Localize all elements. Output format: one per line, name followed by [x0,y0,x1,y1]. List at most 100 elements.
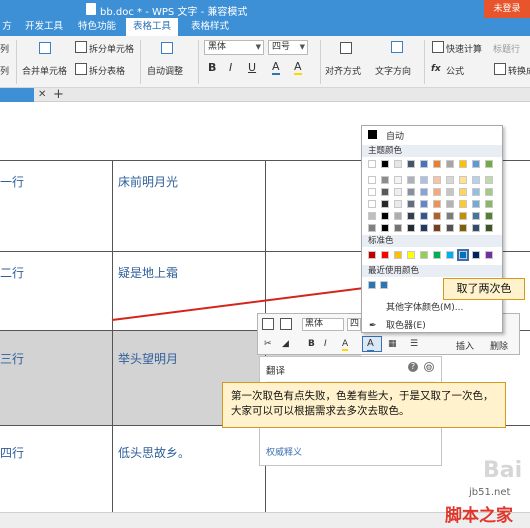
theme-color-swatch[interactable] [407,160,415,168]
theme-color-swatch[interactable] [420,176,428,184]
theme-color-swatch[interactable] [472,176,480,184]
theme-color-swatch[interactable] [433,176,441,184]
format-painter-icon[interactable] [280,318,292,330]
mini-insert-button[interactable]: 插入 [456,339,474,352]
theme-color-swatch[interactable] [394,176,402,184]
theme-color-swatch[interactable] [485,224,493,232]
mini-font-select[interactable]: 黑体 [302,318,344,331]
theme-color-swatch[interactable] [485,176,493,184]
standard-color-swatch[interactable] [457,249,469,261]
theme-color-swatch[interactable] [381,200,389,208]
theme-color-swatch[interactable] [446,176,454,184]
theme-color-swatch[interactable] [381,160,389,168]
mini-size-select[interactable]: 四 [347,318,361,331]
help-icon[interactable]: ? [408,362,418,372]
site-watermark: jb51.net [469,487,511,498]
standard-color-swatch[interactable] [407,251,415,259]
theme-color-swatch[interactable] [407,224,415,232]
theme-color-swatch[interactable] [368,176,376,184]
theme-color-swatch[interactable] [433,188,441,196]
theme-color-swatch[interactable] [472,224,480,232]
standard-color-swatch[interactable] [381,251,389,259]
theme-color-swatch[interactable] [485,188,493,196]
settings-icon[interactable]: ⚙ [424,362,434,372]
theme-color-swatch[interactable] [433,212,441,220]
standard-color-swatch[interactable] [368,251,376,259]
theme-color-swatch[interactable] [485,212,493,220]
theme-color-swatch[interactable] [420,212,428,220]
theme-color-swatch[interactable] [368,200,376,208]
theme-color-swatch[interactable] [472,200,480,208]
theme-color-swatch[interactable] [420,160,428,168]
auto-color-option[interactable]: 自动 [362,126,502,143]
cut-icon[interactable]: ✂ [264,339,272,349]
theme-color-swatch[interactable] [394,212,402,220]
theme-color-swatch[interactable] [472,160,480,168]
mini-border-icon[interactable]: ▦ [388,339,397,349]
annotation-callout-note: 第一次取色有点失败，色差有些大，于是又取了一次色，大家可以可以根据需求去多次去取… [222,382,506,428]
theme-color-swatch[interactable] [459,212,467,220]
theme-color-swatch[interactable] [394,160,402,168]
theme-color-swatch[interactable] [368,224,376,232]
theme-color-swatch[interactable] [433,160,441,168]
recent-colors-header: 最近使用颜色 [362,265,502,277]
standard-color-swatch[interactable] [472,251,480,259]
recent-color-swatch[interactable] [368,281,376,289]
standard-color-swatch[interactable] [420,251,428,259]
theme-color-swatch[interactable] [485,160,493,168]
mini-highlight-icon[interactable]: A [342,339,349,351]
mini-italic-button[interactable]: I [324,339,327,349]
theme-color-swatch[interactable] [407,188,415,196]
theme-color-swatch[interactable] [446,200,454,208]
theme-color-swatch[interactable] [459,224,467,232]
theme-color-swatch[interactable] [394,224,402,232]
mini-align-icon[interactable]: ☰ [410,339,418,349]
paste-icon[interactable] [262,318,274,330]
mini-font-color-button[interactable]: A [362,336,382,352]
theme-color-swatch[interactable] [472,212,480,220]
more-colors-option[interactable]: 其他字体颜色(M)... [362,301,502,315]
theme-color-swatch[interactable] [472,188,480,196]
color-picker-option[interactable]: ✒ 取色器(E) [362,319,502,333]
theme-color-swatch[interactable] [394,188,402,196]
standard-color-swatch[interactable] [394,251,402,259]
theme-color-swatch[interactable] [459,160,467,168]
translate-title: 翻译 [266,366,286,377]
theme-color-swatch[interactable] [407,200,415,208]
standard-color-swatch[interactable] [485,251,493,259]
theme-color-swatch[interactable] [485,200,493,208]
theme-color-swatch[interactable] [459,188,467,196]
theme-color-swatch[interactable] [381,188,389,196]
theme-color-swatch[interactable] [394,200,402,208]
mini-delete-button[interactable]: 删除 [490,339,508,352]
recent-color-swatch[interactable] [380,281,388,289]
font-color-dropdown: 自动 主题颜色 标准色 最近使用颜色 其他字体颜色(M)... ✒ 取色器(E) [361,125,503,333]
theme-color-swatch[interactable] [446,212,454,220]
theme-color-swatch[interactable] [433,224,441,232]
standard-color-swatch[interactable] [446,251,454,259]
theme-color-swatch[interactable] [381,224,389,232]
theme-color-swatch[interactable] [446,160,454,168]
theme-color-swatch[interactable] [381,212,389,220]
theme-color-swatch[interactable] [368,160,376,168]
auto-color-label: 自动 [386,132,405,142]
theme-color-swatch[interactable] [407,212,415,220]
theme-color-swatch[interactable] [368,212,376,220]
eraser-icon[interactable]: ◢ [282,339,289,349]
mini-bold-button[interactable]: B [308,339,315,349]
theme-color-swatch[interactable] [381,176,389,184]
brand-watermark: 脚本之家 [445,506,513,526]
theme-color-swatch[interactable] [459,176,467,184]
theme-color-swatch[interactable] [420,224,428,232]
auto-color-swatch [368,130,377,139]
authoritative-definition-link[interactable]: 权威释义 [266,445,302,458]
theme-color-swatch[interactable] [459,200,467,208]
theme-color-swatch[interactable] [446,188,454,196]
theme-color-swatch[interactable] [420,188,428,196]
theme-color-swatch[interactable] [368,188,376,196]
theme-color-swatch[interactable] [446,224,454,232]
theme-color-swatch[interactable] [407,176,415,184]
standard-color-swatch[interactable] [433,251,441,259]
theme-color-swatch[interactable] [420,200,428,208]
theme-color-swatch[interactable] [433,200,441,208]
